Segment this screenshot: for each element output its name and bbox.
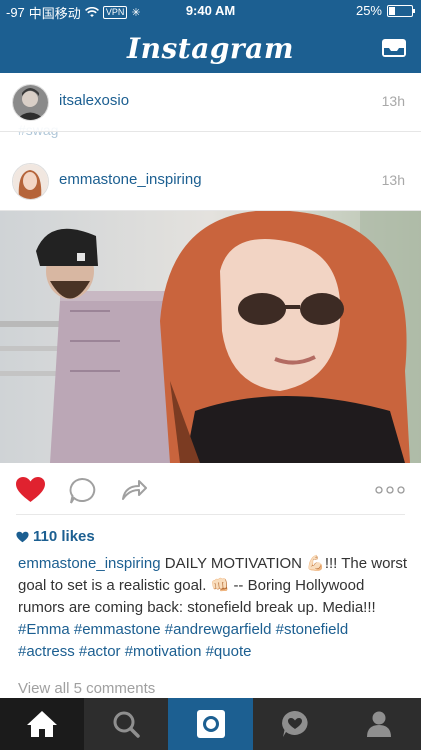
inbox-icon[interactable] [380,36,408,60]
status-bar: -97 中国移动 VPN ✳ 9:40 AM 25% [0,0,421,22]
home-icon [27,711,58,737]
post-username[interactable]: emmastone_inspiring [59,171,202,188]
caption-hashtags[interactable]: #Emma #emmastone #andrewgarfield #stonef… [18,621,348,660]
tab-activity[interactable] [253,698,337,750]
previous-post-header[interactable]: itsalexosio 13h [0,73,421,132]
share-icon[interactable] [121,477,147,501]
post-username[interactable]: itsalexosio [59,92,129,109]
likes-count[interactable]: 110 likes [16,528,95,545]
app-logo: Instagram [127,32,294,65]
battery-percent: 25% [355,3,382,18]
likes-label: 110 likes [33,528,95,545]
profile-icon [366,711,391,737]
view-comments-link[interactable]: View all 5 comments [18,680,155,697]
avatar[interactable] [12,84,49,121]
camera-icon [196,710,225,738]
tab-profile[interactable] [337,698,421,750]
post-time: 13h [381,93,405,109]
more-options-icon[interactable] [375,486,405,494]
nav-bar: Instagram [0,22,421,73]
like-heart-icon[interactable] [15,476,46,503]
tab-home[interactable] [0,698,85,750]
tab-search[interactable] [84,698,168,750]
avatar[interactable] [12,163,49,200]
comment-icon[interactable] [68,477,96,505]
heart-small-icon [16,531,29,542]
post-caption: emmastone_inspiring DAILY MOTIVATION 💪🏻!… [18,553,408,663]
post-header[interactable]: emmastone_inspiring 13h [0,152,421,211]
battery-icon [387,4,415,17]
post-photo[interactable] [0,211,421,463]
divider [16,514,405,515]
caption-username[interactable]: emmastone_inspiring [18,555,161,572]
search-icon [113,711,141,738]
post-time: 13h [381,172,405,188]
tab-bar [0,698,421,750]
activity-icon [281,711,308,737]
post-actions [0,463,421,515]
tab-camera[interactable] [168,698,253,750]
